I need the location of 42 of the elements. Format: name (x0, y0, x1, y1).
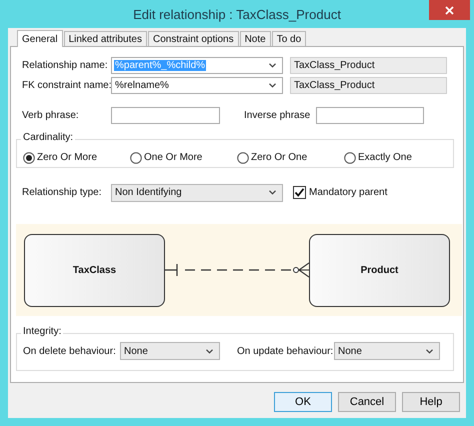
dialog-button[interactable]: Help (402, 392, 460, 412)
input-field[interactable] (316, 107, 424, 124)
radio-option[interactable]: Exactly One (344, 152, 451, 164)
radio-option[interactable]: Zero Or More (23, 152, 130, 164)
combobox-value: %parent%_%child% (114, 60, 206, 71)
field-label: On update behaviour: (236, 346, 334, 356)
window-title: Edit relationship : TaxClass_Product (133, 6, 341, 22)
mandatory-checkbox[interactable]: Mandatory parent (293, 186, 388, 199)
field-label: Relationship name: (21, 60, 109, 71)
field-label: Relationship type: (21, 187, 102, 198)
dialog-button[interactable]: Cancel (338, 392, 396, 412)
tab[interactable]: To do (272, 31, 306, 46)
readonly-field: TaxClass_Product (290, 57, 447, 74)
field-label: On delete behaviour: (23, 346, 117, 356)
tab[interactable]: Linked attributes (64, 31, 147, 46)
readonly-field: TaxClass_Product (290, 77, 447, 94)
caret-icon (426, 348, 433, 354)
close-button[interactable] (429, 0, 470, 20)
combobox-value: %relname% (114, 80, 170, 91)
group-title: Integrity: (21, 326, 64, 337)
caret-icon (269, 190, 276, 195)
caret-icon (269, 63, 276, 68)
name-combobox[interactable]: %relname% (111, 77, 283, 94)
caret-icon (269, 83, 276, 88)
entity-box: TaxClass (24, 234, 165, 306)
input-field[interactable] (111, 107, 220, 124)
tab[interactable]: Note (240, 31, 271, 46)
tab[interactable]: Constraint options (148, 31, 239, 46)
behaviour-combobox[interactable]: None (120, 342, 220, 360)
dialog-button[interactable]: OK (274, 392, 332, 412)
caret-icon (206, 348, 213, 354)
group-title: Cardinality: (21, 132, 76, 143)
field-label: FK constraint name: (21, 80, 111, 91)
behaviour-combobox[interactable]: None (334, 342, 440, 360)
entity-box: Product (309, 234, 450, 306)
tab[interactable]: General (17, 30, 63, 47)
radio-option[interactable]: One Or More (130, 152, 237, 164)
close-icon (445, 6, 454, 14)
type-combobox[interactable]: Non Identifying (111, 184, 283, 202)
field-label: Inverse phrase (243, 110, 312, 121)
radio-option[interactable]: Zero Or One (237, 152, 344, 164)
field-label: Verb phrase: (21, 110, 80, 121)
